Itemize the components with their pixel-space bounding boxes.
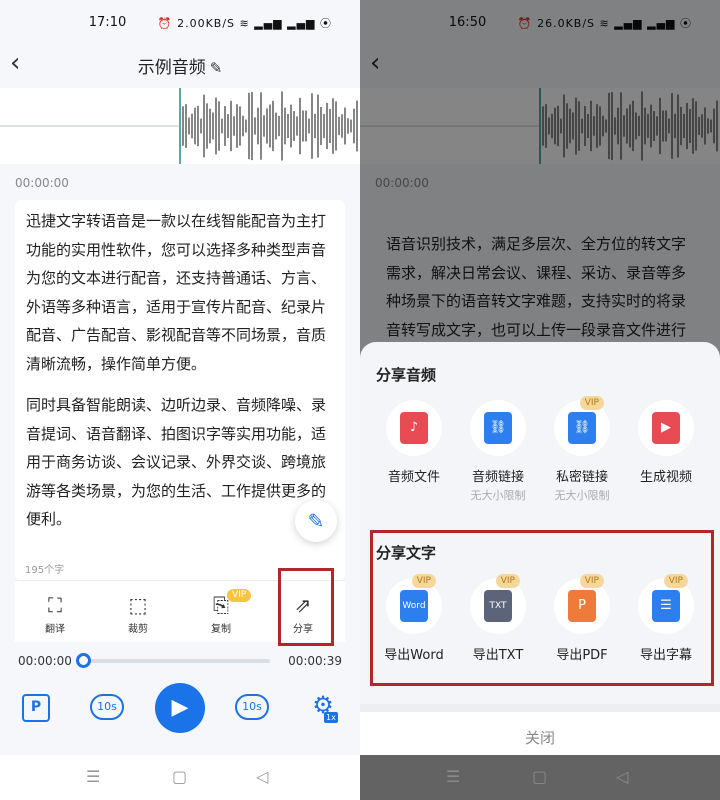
edit-icon[interactable]: ✎ bbox=[210, 59, 223, 77]
option-circle: ♪ bbox=[386, 400, 442, 456]
audio-file-option[interactable]: ♪ 音频文件 bbox=[379, 400, 449, 485]
system-nav-bar: ☰ ▢ ◁ bbox=[0, 755, 360, 800]
private-link-option[interactable]: ⛓ VIP 私密链接 无大小限制 bbox=[547, 396, 617, 503]
copy-button[interactable]: ⎘ VIP 复制 bbox=[191, 589, 252, 635]
link-icon: ⛓ bbox=[484, 412, 512, 444]
forward-10s-button[interactable]: 10s bbox=[235, 694, 269, 720]
left-screen: 17:10 ⏰ 2.00KB/S ≋ ▂▄▆ ▂▄▆ ⦿ ‹ 示例音频 ✎ 00:… bbox=[0, 0, 360, 800]
total-time: 00:00:39 bbox=[288, 654, 342, 668]
home-icon[interactable]: ▢ bbox=[172, 767, 187, 786]
waveform[interactable] bbox=[0, 88, 360, 164]
status-bar: 17:10 ⏰ 2.00KB/S ≋ ▂▄▆ ▂▄▆ ⦿ bbox=[0, 0, 360, 46]
playback-progress: 00:00:00 00:00:39 bbox=[0, 651, 360, 671]
video-icon: ▶ bbox=[652, 412, 680, 444]
option-circle: ▶ bbox=[638, 400, 694, 456]
crop-icon: ⬚ bbox=[128, 593, 148, 617]
tool-label: 翻译 bbox=[45, 624, 65, 635]
status-icons: ⏰ 2.00KB/S ≋ ▂▄▆ ▂▄▆ ⦿ bbox=[157, 17, 332, 30]
transcript-toggle-icon[interactable]: P bbox=[22, 694, 50, 722]
progress-track[interactable] bbox=[78, 659, 270, 663]
play-button[interactable]: ▶ bbox=[155, 683, 205, 733]
option-circle: ⛓ VIP bbox=[554, 396, 610, 456]
menu-icon[interactable]: ☰ bbox=[86, 767, 100, 786]
current-time: 00:00:00 bbox=[18, 654, 72, 668]
crop-button[interactable]: ⬚ 裁剪 bbox=[108, 593, 168, 635]
vip-badge: VIP bbox=[227, 589, 252, 602]
page-title: 示例音频 ✎ bbox=[0, 53, 360, 78]
translate-icon: ⛶ bbox=[48, 593, 62, 617]
share-sheet: 分享音频 ♪ 音频文件 ⛓ 音频链接 无大小限制 ⛓ VIP 私密链接 无大小限制… bbox=[360, 342, 720, 800]
system-nav-bar: ☰ ▢ ◁ bbox=[360, 755, 720, 800]
title-text: 示例音频 bbox=[137, 58, 206, 78]
option-label: 音频链接 bbox=[471, 470, 524, 485]
char-count: 195个字 bbox=[25, 565, 65, 576]
progress-knob[interactable] bbox=[76, 653, 91, 668]
option-sublabel: 无大小限制 bbox=[554, 489, 610, 502]
option-label: 生成视频 bbox=[639, 470, 692, 485]
timestamp: 00:00:00 bbox=[15, 176, 69, 190]
back-triangle-icon[interactable]: ◁ bbox=[616, 767, 628, 786]
player-controls: P 10s ▶ 10s ⚙ 1x bbox=[0, 680, 360, 740]
back-triangle-icon[interactable]: ◁ bbox=[256, 767, 268, 786]
vip-badge: VIP bbox=[579, 396, 604, 410]
right-screen: 16:50 ⏰ 26.0KB/S ≋ ▂▄▆ ▂▄▆ ⦿ ‹ 00:00:00 … bbox=[360, 0, 720, 800]
transcript-paragraph: 迅捷文字转语音是一款以在线智能配音为主打功能的实用性软件，您可以选择多种类型声音… bbox=[26, 212, 327, 373]
transcript-card[interactable]: 迅捷文字转语音是一款以在线智能配音为主打功能的实用性软件，您可以选择多种类型声音… bbox=[15, 200, 345, 580]
option-label: 音频文件 bbox=[387, 470, 440, 485]
tool-label: 裁剪 bbox=[128, 624, 148, 635]
menu-icon[interactable]: ☰ bbox=[446, 767, 460, 786]
share-highlight-box bbox=[278, 568, 334, 646]
rewind-10s-button[interactable]: 10s bbox=[90, 694, 124, 720]
home-icon[interactable]: ▢ bbox=[532, 767, 547, 786]
generate-video-option[interactable]: ▶ 生成视频 bbox=[631, 400, 701, 485]
speed-badge: 1x bbox=[324, 712, 338, 723]
settings-gear-icon[interactable]: ⚙ 1x bbox=[308, 690, 338, 724]
music-icon: ♪ bbox=[400, 412, 428, 444]
option-sublabel: 无大小限制 bbox=[470, 489, 526, 502]
translate-button[interactable]: ⛶ 翻译 bbox=[25, 593, 85, 635]
edit-pen-button[interactable]: ✎ bbox=[295, 500, 337, 542]
lock-link-icon: ⛓ bbox=[568, 412, 596, 444]
waveform-svg bbox=[0, 88, 358, 164]
nav-bar: ‹ 示例音频 ✎ bbox=[0, 46, 360, 84]
share-text-highlight-box bbox=[370, 530, 714, 686]
tool-label: 复制 bbox=[211, 624, 231, 635]
audio-link-option[interactable]: ⛓ 音频链接 无大小限制 bbox=[463, 400, 533, 503]
share-audio-title: 分享音频 bbox=[376, 366, 437, 384]
transcript-paragraph: 同时具备智能朗读、边听边录、音频降噪、录音提词、语音翻译、拍图识字等实用功能，适… bbox=[26, 396, 327, 528]
option-circle: ⛓ bbox=[470, 400, 526, 456]
option-label: 私密链接 bbox=[555, 470, 608, 485]
